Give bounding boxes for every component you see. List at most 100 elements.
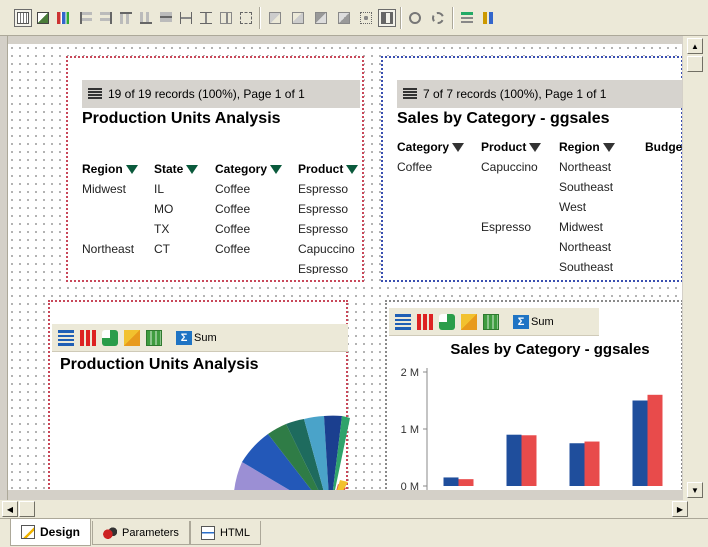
line-chart-icon[interactable] (124, 329, 140, 346)
grid-toggle-icon[interactable] (14, 9, 32, 27)
pie-chart (234, 415, 350, 490)
sort-arrow-icon[interactable] (125, 164, 138, 174)
y-tick-label: 1 M (401, 424, 419, 436)
column-header-state[interactable]: State (154, 162, 199, 176)
area-chart-icon[interactable] (146, 329, 162, 346)
chart-toolbar: Σ Sum (389, 308, 599, 336)
sort-arrow-icon[interactable] (452, 142, 465, 152)
link-icon[interactable] (406, 9, 424, 27)
align-left-icon[interactable] (77, 9, 95, 27)
tab-html[interactable]: HTML (190, 521, 261, 545)
chart-toolbar: Σ Sum (52, 324, 348, 352)
sort-arrow-icon[interactable] (602, 142, 615, 152)
bring-to-front-icon[interactable] (312, 9, 330, 27)
bar-chart-icon[interactable] (417, 313, 433, 330)
arrange-icon[interactable] (378, 9, 396, 27)
column-header-category[interactable]: Category (215, 162, 283, 176)
table-cell: Coffee (215, 222, 251, 236)
send-to-back-icon[interactable] (335, 9, 353, 27)
table-cell: Midwest (82, 182, 127, 196)
production-units-table: Region State Category Product Midwest IL… (82, 162, 372, 282)
parameters-icon (103, 526, 117, 539)
column-header-region[interactable]: Region (559, 140, 615, 154)
sort-arrow-icon[interactable] (529, 142, 542, 152)
size-to-grid-icon[interactable] (237, 9, 255, 27)
report-wizard-icon[interactable] (34, 9, 52, 27)
tab-parameters[interactable]: Parameters (92, 521, 190, 545)
bar (458, 479, 474, 486)
records-pager: 7 of 7 records (100%), Page 1 of 1 (397, 80, 682, 108)
vertical-scrollbar[interactable]: ▲ ▼ (682, 36, 708, 518)
table-cell: Southeast (559, 260, 614, 274)
scroll-left-arrow-icon[interactable]: ◀ (2, 501, 18, 517)
unlink-icon[interactable] (429, 9, 447, 27)
records-status: 19 of 19 records (100%), Page 1 of 1 (108, 87, 305, 101)
column-header-category[interactable]: Category (397, 140, 465, 154)
pie-chart-icon[interactable] (102, 329, 118, 346)
bar-chart-icon[interactable] (80, 329, 96, 346)
sales-by-category-table-panel[interactable]: 7 of 7 records (100%), Page 1 of 1 Sales… (381, 56, 682, 282)
sum-button[interactable]: Σ Sum (176, 330, 217, 345)
tab-design[interactable]: Design (10, 519, 92, 546)
table-cell: Northeast (559, 160, 612, 174)
make-same-height-icon[interactable] (197, 9, 215, 27)
production-units-table-panel[interactable]: 19 of 19 records (100%), Page 1 of 1 Pro… (66, 56, 364, 282)
bar (443, 477, 459, 486)
table-cell: Coffee (215, 202, 251, 216)
table-view-icon[interactable] (58, 329, 74, 346)
sort-arrow-icon[interactable] (346, 164, 359, 174)
sum-button[interactable]: Σ Sum (513, 314, 554, 329)
scroll-right-arrow-icon[interactable]: ▶ (672, 501, 688, 517)
make-same-size-icon[interactable] (217, 9, 235, 27)
sales-by-category-table: Category Product Region Budget Coffee Ca… (397, 140, 682, 280)
properties-icon[interactable] (458, 9, 476, 27)
column-header-region[interactable]: Region (82, 162, 138, 176)
make-same-width-icon[interactable] (177, 9, 195, 27)
report-designer-window: 19 of 19 records (100%), Page 1 of 1 Pro… (0, 0, 708, 547)
table-cell: MO (154, 202, 174, 216)
scroll-down-arrow-icon[interactable]: ▼ (687, 482, 703, 498)
records-icon (88, 88, 102, 100)
align-right-icon[interactable] (97, 9, 115, 27)
bar (632, 400, 648, 486)
table-title: Production Units Analysis (82, 110, 281, 127)
table-cell: TX (154, 222, 170, 236)
bar (569, 443, 585, 486)
tab-label: Design (40, 525, 81, 539)
line-chart-icon[interactable] (461, 313, 477, 330)
bring-forward-icon[interactable] (266, 9, 284, 27)
scroll-up-arrow-icon[interactable]: ▲ (687, 38, 703, 54)
table-view-icon[interactable] (395, 313, 411, 330)
horizontal-scrollbar[interactable]: ◀ ▶ (0, 500, 708, 518)
layout-icon[interactable] (480, 9, 498, 27)
bar (506, 434, 522, 486)
sort-arrow-icon[interactable] (270, 164, 283, 174)
sales-bar-chart-panel[interactable]: Σ Sum Sales by Category - ggsales 0 M 1 M 2 … (385, 300, 682, 490)
align-top-icon[interactable] (117, 9, 135, 27)
horizontal-scroll-thumb[interactable] (19, 501, 35, 517)
send-backward-icon[interactable] (289, 9, 307, 27)
sum-label: Sum (531, 315, 554, 328)
production-units-pie-panel[interactable]: Σ Sum Production Units Analysis (48, 300, 350, 490)
column-header-product[interactable]: Product (298, 162, 359, 176)
table-cell: Capuccino (481, 160, 538, 174)
sort-arrow-icon[interactable] (186, 164, 199, 174)
area-chart-icon[interactable] (483, 313, 499, 330)
chart-wizard-icon[interactable] (54, 9, 72, 27)
column-header-product[interactable]: Product (481, 140, 542, 154)
table-cell: IL (154, 182, 165, 196)
bar (521, 435, 537, 486)
table-cell: CT (154, 242, 170, 256)
design-canvas[interactable]: 19 of 19 records (100%), Page 1 of 1 Pro… (8, 44, 682, 490)
align-bottom-icon[interactable] (137, 9, 155, 27)
column-header-budget[interactable]: Budget (645, 140, 682, 154)
align-middle-icon[interactable] (157, 9, 175, 27)
group-icon[interactable] (357, 9, 375, 27)
table-cell: Coffee (215, 242, 251, 256)
pie-chart-icon[interactable] (439, 313, 455, 330)
sum-label: Sum (194, 331, 217, 344)
bar (584, 441, 600, 486)
vertical-scroll-thumb[interactable] (687, 56, 703, 72)
y-tick-label: 0 M (401, 481, 419, 490)
design-icon (21, 525, 35, 539)
